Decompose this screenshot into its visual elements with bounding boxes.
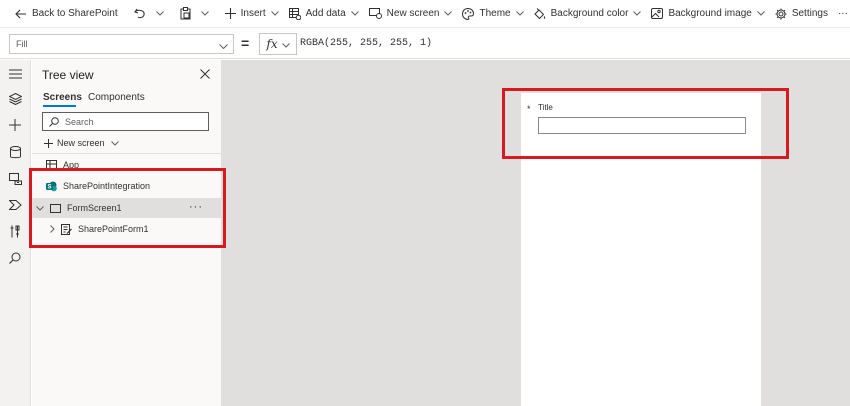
background-color-button[interactable]: Background color [529, 0, 647, 28]
property-dropdown[interactable]: Fill [9, 34, 234, 54]
tab-screens[interactable]: Screens [43, 92, 82, 103]
database-icon[interactable] [7, 144, 23, 160]
paste-button[interactable] [175, 0, 196, 28]
arrow-left-icon [15, 9, 27, 19]
annotation-highlight-tree [29, 168, 226, 248]
plus-icon[interactable] [7, 117, 23, 133]
fx-button[interactable]: fx [259, 33, 297, 55]
left-rail [0, 60, 31, 406]
chevron-down-icon [200, 11, 209, 16]
formula-input[interactable]: RGBA(255, 255, 255, 1) [300, 38, 432, 49]
plus-icon [44, 138, 53, 148]
new-screen-label: New screen [386, 8, 440, 19]
search-icon [49, 116, 59, 127]
divider [32, 153, 221, 154]
settings-label: Settings [791, 8, 828, 19]
insert-label: Insert [240, 8, 266, 19]
formula-bar: Fill = fx RGBA(255, 255, 255, 1) [0, 29, 850, 59]
fx-label: fx [266, 37, 278, 51]
variables-icon[interactable] [7, 197, 23, 213]
chevron-down-icon [110, 140, 119, 146]
active-tab-indicator [43, 105, 76, 107]
chevron-down-icon [633, 11, 642, 16]
add-data-label: Add data [305, 8, 346, 19]
undo-dropdown[interactable] [151, 0, 169, 28]
back-button-label: Back to SharePoint [32, 8, 118, 19]
search-placeholder: Search [65, 116, 94, 127]
background-image-button[interactable]: Background image [646, 0, 769, 28]
new-screen-tree-label: New screen [57, 138, 105, 148]
chevron-down-icon [515, 11, 524, 16]
tree-view-title: Tree view [42, 68, 94, 82]
search-icon[interactable] [7, 250, 23, 266]
chevron-down-icon [155, 11, 164, 16]
tools-icon[interactable] [7, 223, 23, 239]
more-commands-button[interactable]: ··· [833, 0, 850, 28]
insert-button[interactable]: Insert [220, 0, 284, 28]
clipboard-icon [180, 7, 191, 20]
new-screen-button[interactable]: New screen [364, 0, 458, 28]
image-icon [651, 8, 664, 19]
undo-button[interactable] [129, 0, 151, 28]
chevron-down-icon [756, 11, 765, 16]
hamburger-icon[interactable] [7, 66, 23, 82]
close-icon[interactable] [200, 69, 210, 82]
add-data-button[interactable]: Add data [284, 0, 364, 28]
media-icon[interactable] [7, 171, 23, 187]
chevron-down-icon [281, 37, 290, 51]
more-commands-label: ··· [837, 8, 848, 19]
new-screen-tree-button[interactable]: New screen [44, 138, 119, 148]
chevron-down-icon [270, 11, 279, 16]
database-table-icon [288, 7, 301, 20]
plus-icon [224, 8, 236, 19]
background-image-label: Background image [668, 8, 752, 19]
new-screen-icon [368, 8, 382, 19]
gear-icon [775, 8, 787, 20]
tree-search-input[interactable]: Search [42, 112, 209, 131]
chevron-down-icon [350, 11, 359, 16]
background-color-label: Background color [550, 8, 629, 19]
theme-label: Theme [479, 8, 511, 19]
command-bar: Back to SharePoint Insert Add data New s… [0, 0, 850, 28]
layers-icon[interactable] [7, 91, 23, 107]
paint-bucket-icon [533, 7, 546, 20]
theme-button[interactable]: Theme [457, 0, 528, 28]
palette-icon [462, 7, 475, 20]
tab-components[interactable]: Components [88, 92, 145, 103]
settings-button[interactable]: Settings [770, 0, 833, 28]
chevron-down-icon [219, 41, 228, 51]
property-value: Fill [16, 39, 28, 49]
paste-dropdown[interactable] [196, 0, 214, 28]
chevron-down-icon [444, 11, 453, 16]
equals-sign: = [241, 35, 250, 51]
annotation-highlight-field [502, 88, 789, 159]
back-button[interactable]: Back to SharePoint [10, 0, 123, 28]
undo-icon [133, 8, 146, 19]
